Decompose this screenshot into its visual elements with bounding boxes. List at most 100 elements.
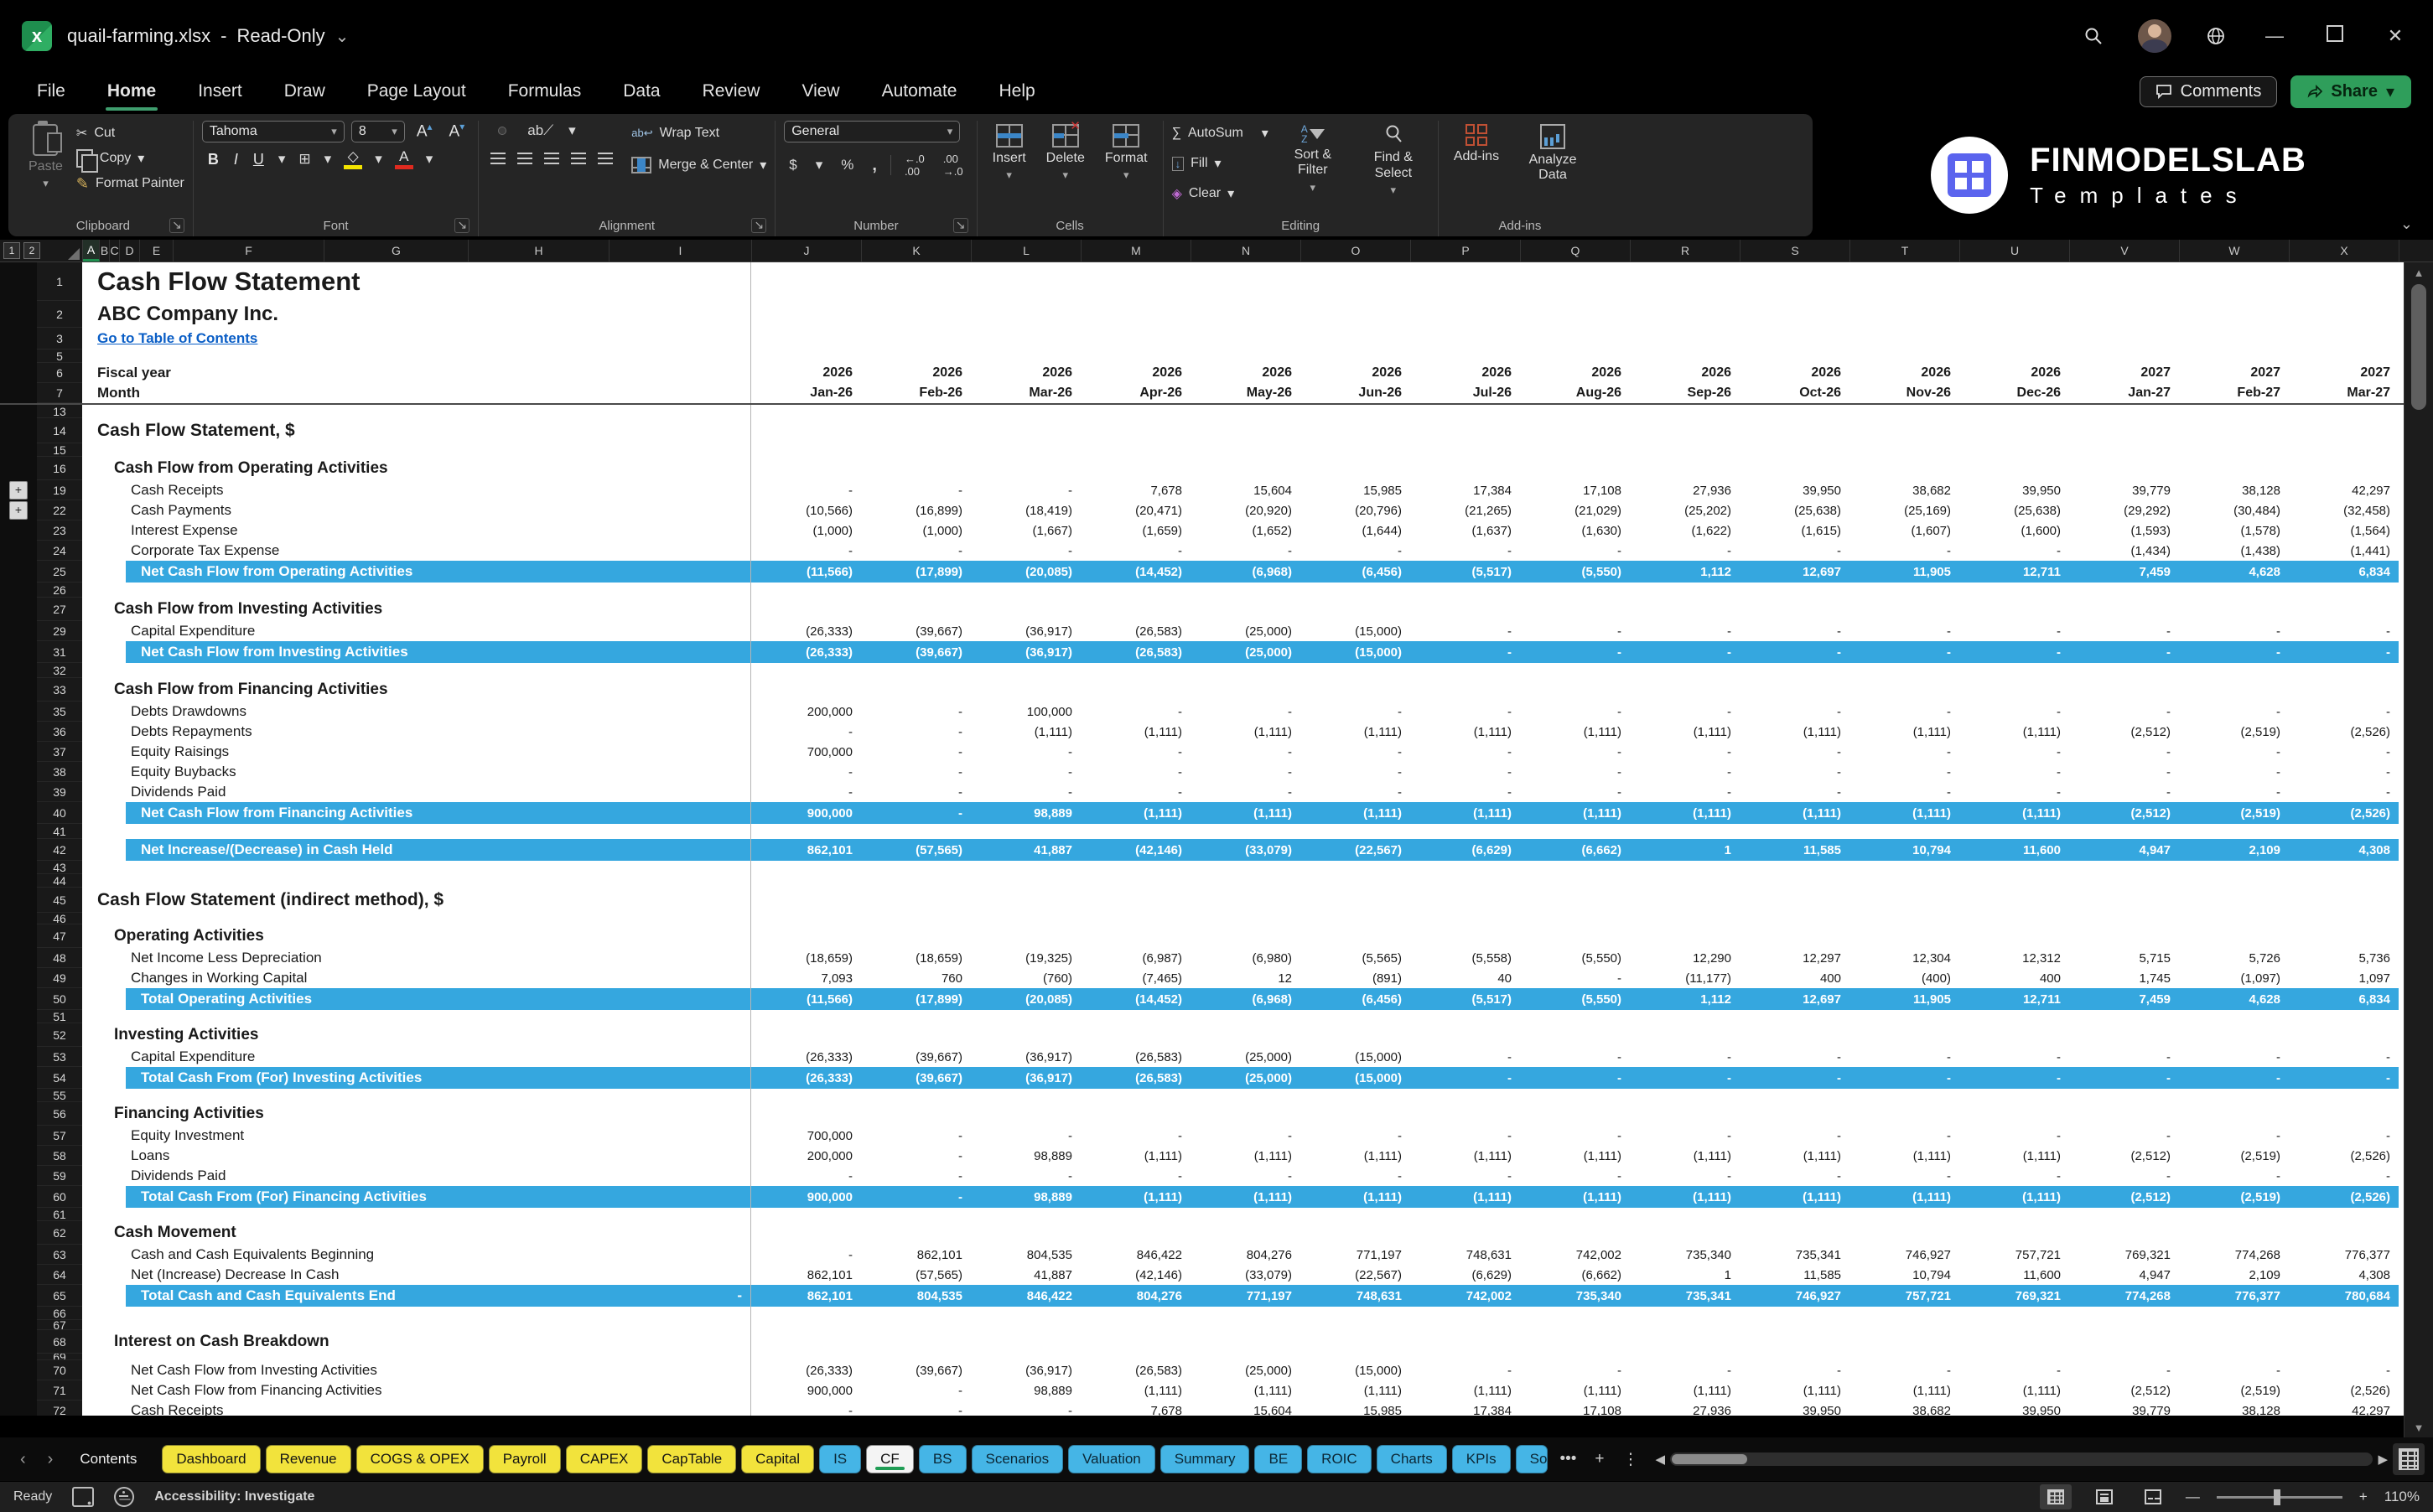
cell[interactable]: 27,936 <box>1630 480 1740 500</box>
cell[interactable]: (42,146) <box>1081 839 1191 861</box>
cell[interactable]: 6,834 <box>2289 561 2399 583</box>
cell[interactable]: (1,111) <box>1849 802 1959 824</box>
cell[interactable]: - <box>1849 1126 1959 1146</box>
menu-tab-help[interactable]: Help <box>983 78 1050 105</box>
cell[interactable]: - <box>1630 702 1740 722</box>
cell[interactable]: (18,659) <box>861 948 971 968</box>
cell[interactable]: (26,583) <box>1081 1047 1191 1067</box>
cell[interactable]: (2,519) <box>2179 1186 2289 1208</box>
cell[interactable]: (39,667) <box>861 1047 971 1067</box>
cell[interactable]: 38,128 <box>2179 480 2289 500</box>
menu-tab-draw[interactable]: Draw <box>269 78 340 105</box>
cut-button[interactable]: ✂ Cut <box>76 121 184 146</box>
cell[interactable]: - <box>1630 541 1740 561</box>
row-label[interactable]: Loans <box>82 1146 751 1166</box>
row-label[interactable]: Changes in Working Capital <box>82 968 751 988</box>
row-label[interactable]: Investing Activities <box>82 1023 751 1047</box>
cell[interactable]: - <box>2069 621 2179 641</box>
cell[interactable]: 2026 <box>1740 363 1849 383</box>
cell[interactable]: (1,111) <box>1081 1146 1191 1166</box>
cell[interactable]: (25,638) <box>1959 500 2069 520</box>
cell[interactable]: - <box>1520 1360 1630 1380</box>
row-label[interactable]: Capital Expenditure <box>82 621 751 641</box>
column-header-W[interactable]: W <box>2180 240 2290 261</box>
cell[interactable]: - <box>1300 1166 1410 1186</box>
sheet-view-button[interactable] <box>2393 1443 2425 1475</box>
cell[interactable]: (26,583) <box>1081 1360 1191 1380</box>
cell[interactable]: 40 <box>1410 968 1520 988</box>
empty-cells[interactable] <box>751 1330 2404 1354</box>
cell[interactable]: - <box>861 1380 971 1401</box>
cell[interactable]: - <box>1191 1166 1300 1186</box>
cell[interactable]: - <box>1630 1360 1740 1380</box>
cell[interactable]: - <box>1191 1126 1300 1146</box>
page-break-view-button[interactable] <box>2137 1484 2169 1509</box>
row-label[interactable]: Fiscal year <box>82 363 751 383</box>
row-number-55[interactable]: 55 <box>37 1089 82 1102</box>
cell[interactable]: - <box>737 1287 750 1304</box>
cell[interactable]: (5,550) <box>1520 561 1630 583</box>
align-left-button[interactable] <box>487 149 509 169</box>
cell[interactable]: (36,917) <box>971 1047 1081 1067</box>
cell[interactable]: 769,321 <box>1959 1285 2069 1307</box>
cell[interactable]: (1,564) <box>2289 520 2399 541</box>
align-right-button[interactable] <box>541 149 563 169</box>
empty-cells[interactable] <box>751 913 2404 924</box>
cell[interactable]: - <box>1630 762 1740 782</box>
font-dialog-launcher[interactable]: ↘ <box>454 218 470 233</box>
cell[interactable]: (1,111) <box>1959 1186 2069 1208</box>
row-number-57[interactable]: 57 <box>37 1126 82 1146</box>
column-header-I[interactable]: I <box>610 240 752 261</box>
cell[interactable]: 39,779 <box>2069 480 2179 500</box>
cell[interactable]: - <box>2179 1126 2289 1146</box>
cell[interactable]: 7,678 <box>1081 1401 1191 1416</box>
cell[interactable]: 900,000 <box>751 1380 861 1401</box>
cell[interactable]: - <box>1410 762 1520 782</box>
sheet-tab-revenue[interactable]: Revenue <box>265 1445 351 1473</box>
row-number-62[interactable]: 62 <box>37 1221 82 1245</box>
row-label[interactable]: Net Cash Flow from Financing Activities <box>82 1380 751 1401</box>
underline-button[interactable]: U <box>247 151 270 168</box>
empty-cells[interactable] <box>751 678 2404 702</box>
cell[interactable]: - <box>1849 1166 1959 1186</box>
cell[interactable]: (1,111) <box>1410 1146 1520 1166</box>
cell[interactable]: (25,000) <box>1191 1067 1300 1089</box>
cell[interactable]: 12,711 <box>1959 561 2069 583</box>
cell[interactable]: (36,917) <box>971 621 1081 641</box>
row-number-38[interactable]: 38 <box>37 762 82 782</box>
cell[interactable]: - <box>2069 742 2179 762</box>
empty-cells[interactable] <box>751 888 2404 913</box>
font-name-select[interactable]: Tahoma ▾ <box>201 121 345 142</box>
cell[interactable]: (1,622) <box>1630 520 1740 541</box>
cell[interactable]: 4,308 <box>2289 1265 2399 1285</box>
cell[interactable]: - <box>1740 1360 1849 1380</box>
cell[interactable]: 1,745 <box>2069 968 2179 988</box>
cell[interactable]: - <box>1410 1047 1520 1067</box>
row-number-51[interactable]: 51 <box>37 1010 82 1023</box>
cell[interactable]: 4,628 <box>2179 988 2289 1010</box>
cell[interactable]: (21,265) <box>1410 500 1520 520</box>
row-number-25[interactable]: 25 <box>37 561 82 583</box>
empty-cells[interactable] <box>751 262 2404 301</box>
cell[interactable]: (1,111) <box>1300 722 1410 742</box>
cell[interactable]: - <box>1081 541 1191 561</box>
cell[interactable]: Mar-27 <box>2289 383 2399 403</box>
cell[interactable]: (1,111) <box>1191 802 1300 824</box>
column-header-E[interactable]: E <box>140 240 174 261</box>
cell[interactable]: 735,341 <box>1630 1285 1740 1307</box>
cell[interactable]: 200,000 <box>751 702 861 722</box>
cell[interactable]: (1,630) <box>1520 520 1630 541</box>
row-number-1[interactable]: 1 <box>37 262 82 301</box>
cell[interactable]: 38,682 <box>1849 1401 1959 1416</box>
cell[interactable]: - <box>1849 782 1959 802</box>
empty-cells[interactable] <box>751 418 2404 443</box>
cell[interactable]: - <box>2289 1067 2399 1089</box>
row-label[interactable]: Equity Raisings <box>82 742 751 762</box>
row-label[interactable] <box>82 913 751 924</box>
cell[interactable]: Jan-27 <box>2069 383 2179 403</box>
cell[interactable]: 41,887 <box>971 1265 1081 1285</box>
decrease-font-icon[interactable]: A▾ <box>444 121 470 142</box>
cell[interactable]: 12,711 <box>1959 988 2069 1010</box>
close-button[interactable]: ✕ <box>2381 25 2410 47</box>
font-size-select[interactable]: 8 ▾ <box>350 121 405 142</box>
